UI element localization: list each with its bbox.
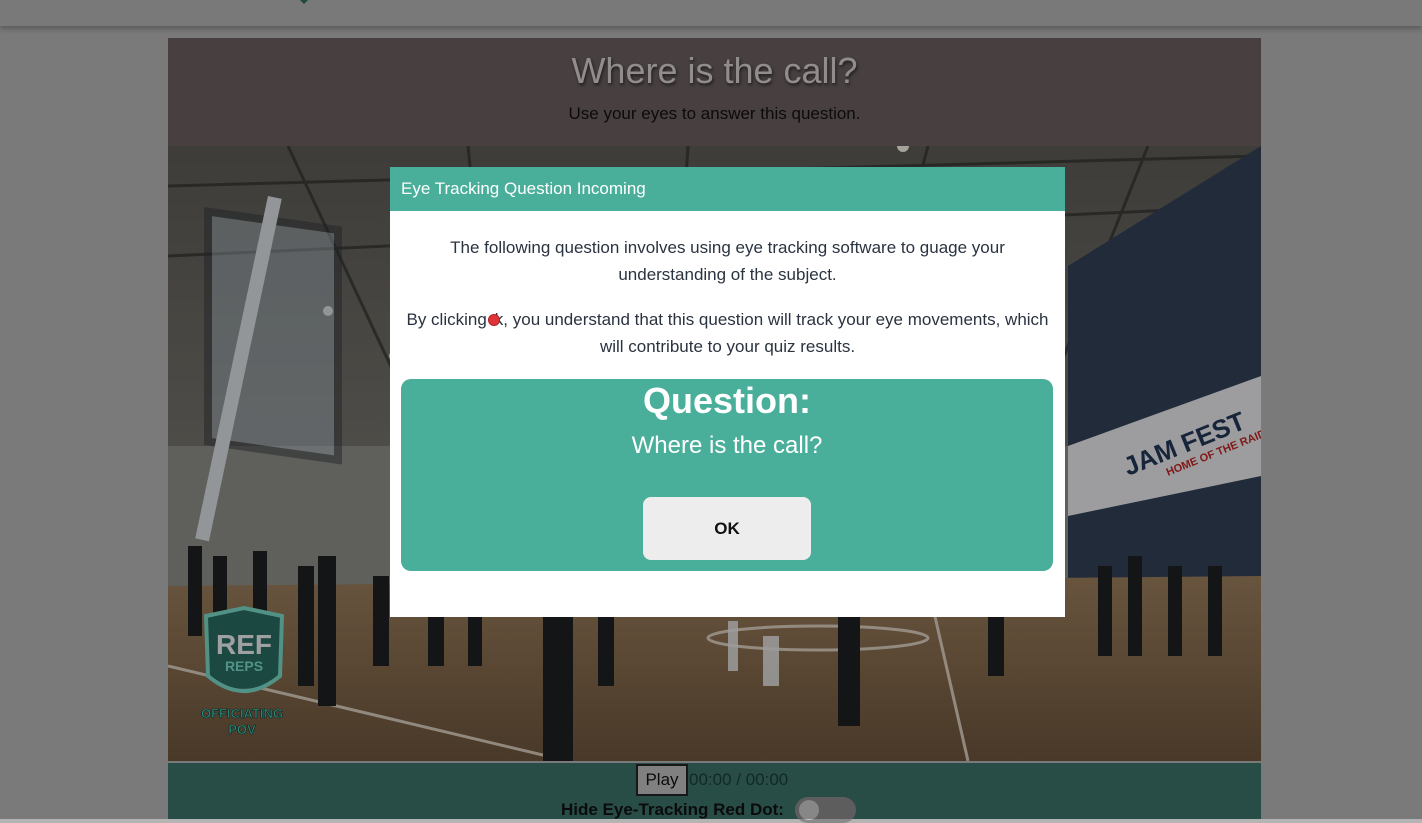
eye-tracking-modal: Eye Tracking Question Incoming The follo… xyxy=(390,167,1065,617)
modal-paragraph-1: The following question involves using ey… xyxy=(450,238,1005,284)
modal-paragraph-2: By clicking k, you understand that this q… xyxy=(402,288,1053,360)
paragraph-2-start: By clicking xyxy=(406,310,487,329)
ok-button[interactable]: OK xyxy=(643,497,811,560)
red-dot-icon xyxy=(487,314,500,326)
paragraph-2-end: k, you understand that this question wil… xyxy=(494,310,1049,356)
question-text: Where is the call? xyxy=(631,432,823,459)
question-heading: Question: xyxy=(643,380,811,421)
question-panel: Question: Where is the call? OK xyxy=(401,379,1053,571)
modal-title: Eye Tracking Question Incoming xyxy=(390,167,1065,211)
modal-body: The following question involves using ey… xyxy=(390,211,1065,360)
